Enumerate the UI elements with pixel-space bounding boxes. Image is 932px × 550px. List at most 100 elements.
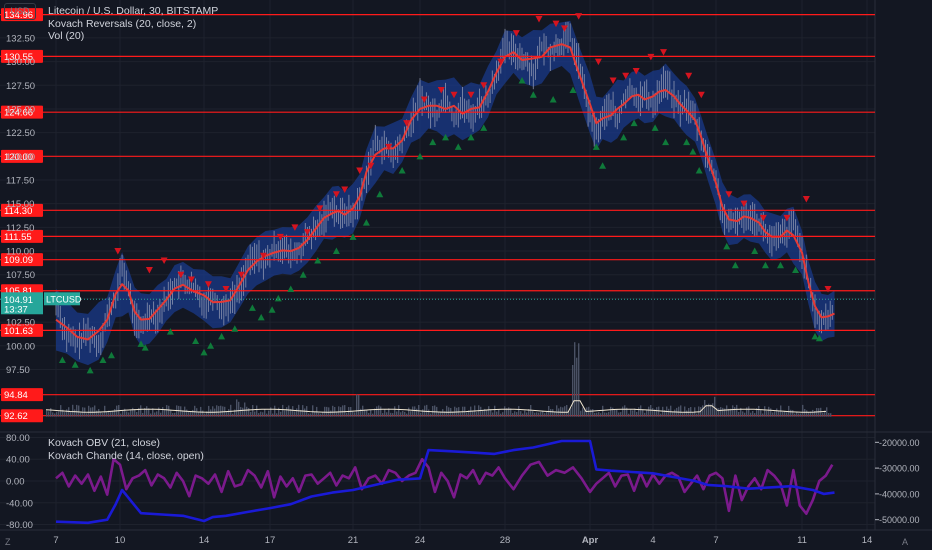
volume-bar [400, 412, 402, 417]
volume-bar [170, 409, 172, 417]
volume-bar [246, 406, 248, 417]
volume-bar [658, 406, 660, 417]
volume-bar [296, 408, 298, 417]
volume-bar [136, 412, 138, 417]
volume-bar [442, 409, 444, 417]
volume-bar [776, 408, 778, 417]
volume-bar [800, 413, 802, 417]
volume-bar [248, 408, 250, 417]
volume-bar [376, 406, 378, 417]
volume-bar [264, 409, 266, 417]
zoom-icon[interactable]: Z [5, 537, 11, 547]
indicator-volume[interactable]: Vol (20) [48, 30, 84, 42]
volume-bar [460, 412, 462, 417]
volume-bar [802, 404, 804, 417]
volume-bar [50, 408, 52, 417]
volume-bar [412, 406, 414, 417]
volume-bar [612, 407, 614, 417]
volume-bar [490, 409, 492, 417]
volume-bar [396, 411, 398, 417]
volume-bar [434, 405, 436, 417]
price-axis-label: 97.50 [6, 365, 30, 376]
volume-bar [680, 405, 682, 417]
volume-bar [600, 413, 602, 417]
price-axis-label: 107.50 [6, 270, 35, 281]
volume-bar [498, 409, 500, 417]
volume-bar [286, 407, 288, 417]
volume-bar [784, 411, 786, 417]
volume-bar [166, 405, 168, 417]
volume-bar [176, 405, 178, 417]
volume-bar [258, 413, 260, 417]
volume-bar [72, 404, 74, 417]
volume-bar [370, 409, 372, 417]
volume-bar [782, 412, 784, 417]
volume-bar [516, 412, 518, 417]
chande-axis-label: -40.00 [6, 498, 33, 509]
volume-bar [196, 408, 198, 417]
volume-bar [356, 394, 358, 417]
volume-bar [650, 405, 652, 417]
time-axis-label: 7 [713, 535, 718, 546]
volume-bar [318, 412, 320, 417]
volume-bar [110, 411, 112, 417]
volume-bar [544, 413, 546, 417]
time-axis-label: Apr [582, 535, 599, 546]
volume-bar [358, 394, 360, 417]
symbol-title[interactable]: Litecoin / U.S. Dollar, 30, BITSTAMP [48, 5, 218, 17]
auto-scale-button[interactable]: A [902, 537, 908, 547]
chart-canvas[interactable]: 134.96130.55124.66120.00114.30111.55109.… [0, 0, 932, 550]
volume-bar [492, 412, 494, 417]
volume-bar [256, 405, 258, 417]
volume-bar [500, 413, 502, 417]
level-label: 94.84 [4, 390, 28, 401]
volume-bar [576, 357, 578, 417]
price-axis-label: 125.00 [6, 104, 35, 115]
volume-bar [770, 408, 772, 417]
currency-button[interactable]: USD [4, 3, 36, 20]
volume-bar [764, 406, 766, 417]
volume-bar [390, 412, 392, 417]
volume-bar [76, 404, 78, 417]
indicator-kovach-reversals[interactable]: Kovach Reversals (20, close, 2) [48, 18, 196, 30]
indicator-kovach-obv[interactable]: Kovach OBV (21, close) [48, 437, 160, 449]
price-axis-label: 122.50 [6, 128, 35, 139]
volume-bar [578, 343, 580, 417]
volume-bar [472, 411, 474, 417]
volume-bar [276, 413, 278, 417]
volume-bar [68, 407, 70, 417]
volume-bar [762, 413, 764, 417]
volume-bar [218, 406, 220, 417]
volume-bar [208, 405, 210, 417]
volume-bar [794, 413, 796, 417]
volume-bar [574, 342, 576, 417]
volume-bar [618, 412, 620, 417]
volume-bar [120, 413, 122, 417]
volume-bar [714, 396, 716, 417]
volume-bar [604, 412, 606, 417]
indicator-kovach-chande[interactable]: Kovach Chande (14, close, open) [48, 450, 204, 462]
chande-axis-label: -80.00 [6, 520, 33, 531]
volume-bar [242, 407, 244, 417]
volume-bar [514, 411, 516, 417]
volume-bar [696, 413, 698, 417]
volume-bar [394, 406, 396, 417]
volume-bar [760, 409, 762, 417]
time-axis-label: 11 [797, 535, 807, 546]
volume-bar [288, 405, 290, 417]
volume-bar [628, 413, 630, 417]
volume-bar [736, 404, 738, 417]
volume-bar [212, 406, 214, 417]
volume-bar [790, 409, 792, 417]
volume-bar [668, 408, 670, 417]
volume-bar [132, 407, 134, 417]
volume-bar [252, 405, 254, 417]
volume-bar [80, 412, 82, 417]
time-axis-label: 4 [650, 535, 655, 546]
volume-bar [64, 412, 66, 417]
volume-bar [610, 406, 612, 417]
volume-bar [566, 405, 568, 417]
volume-bar [640, 405, 642, 417]
volume-bar [822, 412, 824, 417]
volume-bar [260, 411, 262, 417]
